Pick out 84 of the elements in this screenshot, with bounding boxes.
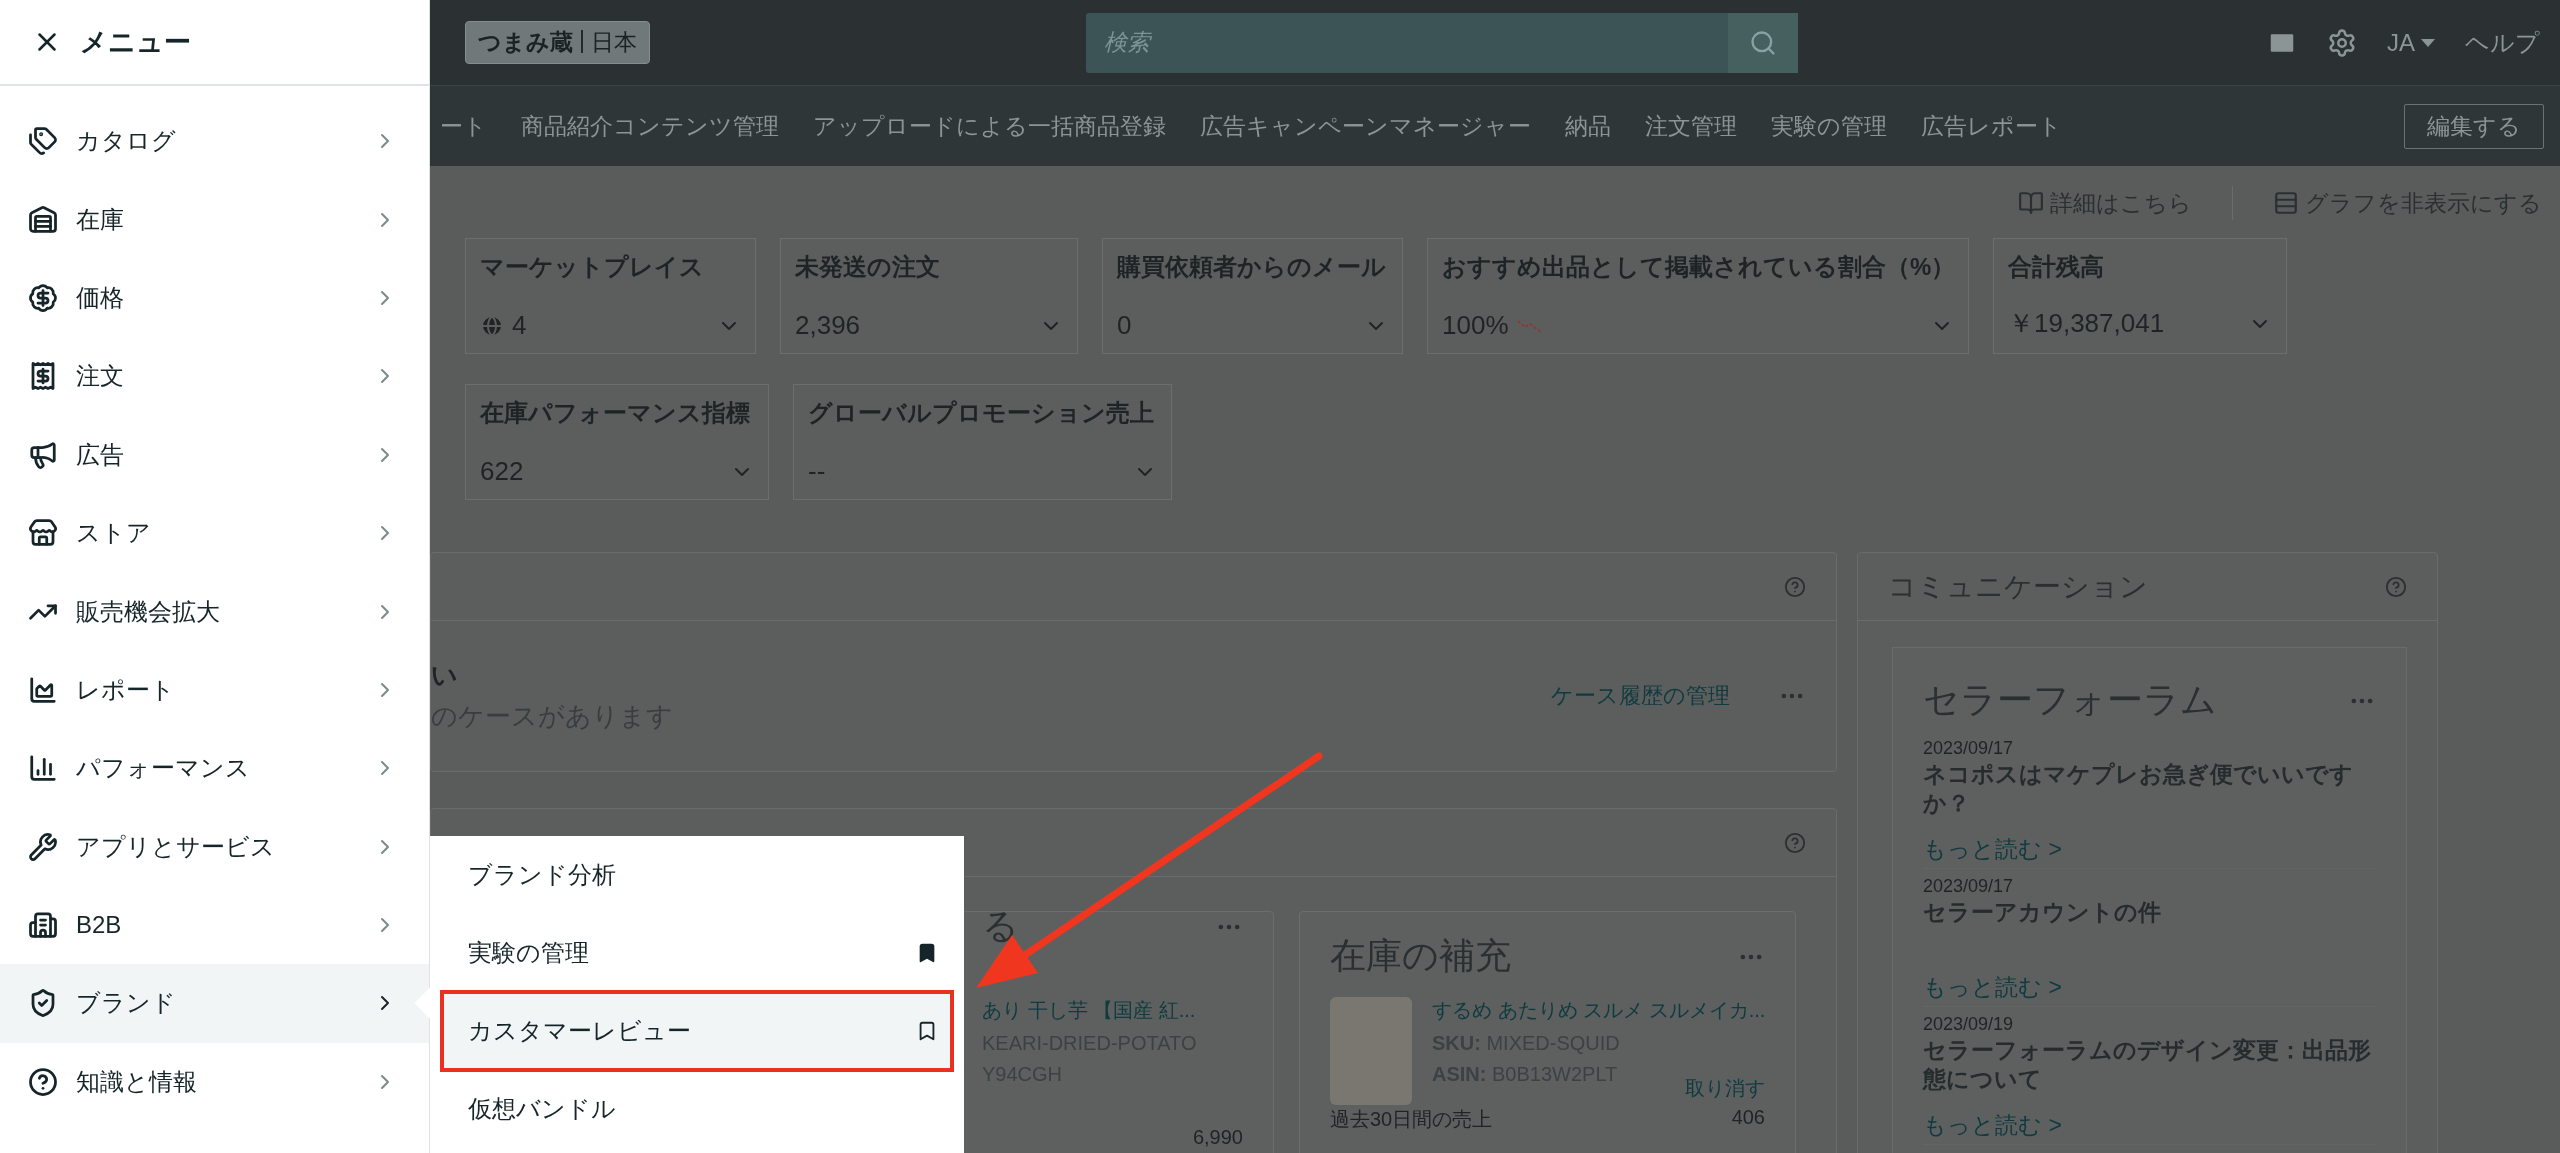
post-date: 2023/09/17	[1923, 737, 2015, 760]
metric-card[interactable]: 未発送の注文 2,396	[780, 238, 1078, 354]
nav-link[interactable]: 実験の管理	[1771, 110, 1887, 142]
tags-icon	[28, 126, 58, 157]
metric-value: 100%	[1442, 310, 1509, 341]
metric-title: 合計残高	[2008, 252, 2105, 282]
metric-title: 購買依頼者からのメール	[1117, 252, 1387, 282]
metric-card[interactable]: マーケットプレイス 4	[465, 238, 756, 354]
nav-link[interactable]: 注文管理	[1645, 110, 1737, 142]
help-icon[interactable]	[1784, 575, 1806, 598]
metric-card[interactable]: おすすめ出品として掲載されている割合（%） 100%	[1427, 238, 1969, 354]
post-date: 2023/09/17	[1923, 875, 2015, 898]
metric-value: --	[808, 456, 826, 487]
sales-value: 6,990	[1192, 1126, 1243, 1149]
post-date: 2023/09/19	[1923, 1013, 2015, 1036]
sales-value: 406	[1731, 1106, 1765, 1130]
submenu-item[interactable]: 仮想バンドル	[442, 1070, 952, 1148]
metric-value: 2,396	[795, 310, 861, 341]
menu-title: メニュー	[80, 26, 191, 59]
nav-link[interactable]: 広告キャンペーンマネージャー	[1200, 110, 1531, 142]
megaphone-icon	[28, 439, 58, 470]
language-button[interactable]: JA	[2387, 28, 2435, 57]
edit-button[interactable]: 編集する	[2404, 103, 2544, 149]
menu-item[interactable]: 在庫	[0, 180, 429, 259]
nav-link[interactable]: アップロードによる一括商品登録	[813, 110, 1166, 142]
metric-card[interactable]: 在庫パフォーマンス指標 622	[465, 384, 769, 500]
metric-title: おすすめ出品として掲載されている割合（%）	[1442, 252, 1954, 282]
menu-item[interactable]: 価格	[0, 258, 429, 338]
bar-chart-icon	[28, 753, 58, 784]
metric-title: マーケットプレイス	[480, 252, 705, 282]
help-icon	[28, 1066, 58, 1097]
menu-item[interactable]: レポート	[0, 650, 429, 730]
warehouse-icon	[28, 204, 58, 235]
post-title: セラーフォーラムのデザイン変更：出品形態について	[1923, 1036, 2372, 1095]
dollar-icon	[28, 282, 58, 313]
metric-value: 622	[480, 456, 524, 487]
menu-item[interactable]: B2B	[0, 885, 429, 965]
settings-icon[interactable]	[2327, 27, 2357, 58]
menu-item[interactable]: 注文	[0, 337, 429, 416]
book-icon	[2018, 190, 2044, 216]
menu-item[interactable]: アプリとサービス	[0, 807, 429, 886]
sales-label: 過去30日間の売上	[1330, 1107, 1493, 1132]
menu-item[interactable]: カタログ	[0, 102, 429, 181]
help-icon[interactable]	[1784, 831, 1806, 854]
metric-title: 未発送の注文	[795, 252, 941, 282]
trend-down-icon	[1516, 317, 1543, 334]
rows-icon	[2273, 190, 2299, 216]
metric-card[interactable]: 合計残高 ￥19,387,041	[1993, 238, 2287, 354]
metric-value: 0	[1117, 310, 1132, 341]
menu-item[interactable]: ストア	[0, 493, 429, 573]
submenu-item[interactable]: ブランド分析	[442, 836, 952, 914]
submenu-item[interactable]: 実験の管理	[442, 914, 952, 992]
menu-item[interactable]: ブランド	[0, 964, 429, 1043]
separator-mark: |	[579, 27, 585, 55]
nav-link[interactable]: 納品	[1565, 110, 1611, 142]
post-title: セラーアカウントの件	[1923, 898, 2162, 928]
menu-item[interactable]: 広告	[0, 415, 429, 494]
metric-title: 在庫パフォーマンス指標	[480, 398, 751, 428]
store-name: つまみ蔵	[478, 28, 573, 57]
area-chart-icon	[28, 674, 58, 705]
nav-link[interactable]: 商品紹介コンテンツ管理	[521, 110, 779, 142]
metric-card[interactable]: 購買依頼者からのメール 0	[1102, 238, 1403, 354]
store-region: 日本	[591, 28, 637, 57]
search-icon	[1749, 28, 1777, 57]
search-button[interactable]	[1728, 12, 1798, 73]
help-icon[interactable]	[2385, 575, 2407, 598]
store-badge[interactable]: つまみ蔵 | 日本	[465, 21, 650, 64]
metric-title: グローバルプロモーション売上	[808, 398, 1155, 428]
metric-value: ￥19,387,041	[2008, 307, 2165, 340]
tools-icon	[28, 831, 58, 862]
building-icon	[28, 910, 58, 941]
menu-item[interactable]: 知識と情報	[0, 1042, 429, 1122]
submenu-item[interactable]: カスタマーレビュー	[442, 992, 952, 1070]
post-title: ネコポスはマケプレお急ぎ便でいいですか？	[1923, 760, 2354, 819]
metric-card[interactable]: グローバルプロモーション売上 --	[793, 384, 1172, 500]
store-icon	[28, 518, 58, 549]
cases-title: い	[431, 659, 459, 692]
nav-link[interactable]: ート	[440, 110, 487, 142]
metric-value: 4	[512, 310, 527, 341]
menu-item[interactable]: 販売機会拡大	[0, 572, 429, 651]
help-link[interactable]: ヘルプ	[2465, 26, 2540, 59]
menu-item[interactable]: パフォーマンス	[0, 729, 429, 808]
nav-link[interactable]: 広告レポート	[1921, 110, 2062, 142]
caret-icon	[2421, 38, 2435, 47]
